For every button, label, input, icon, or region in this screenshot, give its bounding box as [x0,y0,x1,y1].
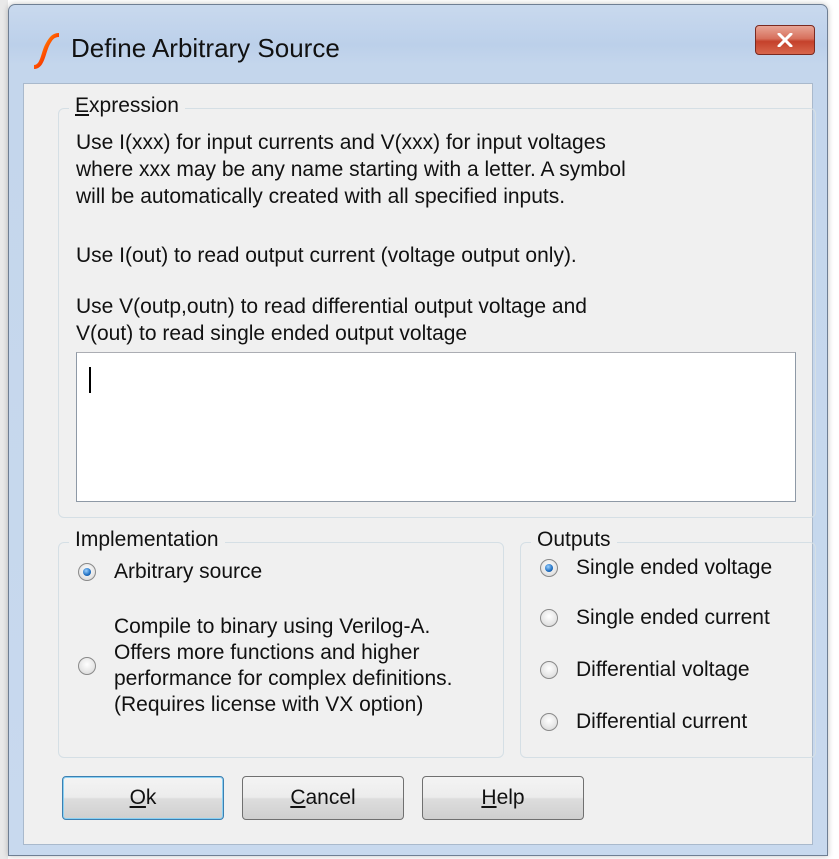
radio-label: Arbitrary source [114,560,263,583]
radio-single-ended-voltage[interactable]: Single ended voltage [540,556,772,580]
radio-button[interactable] [540,713,558,731]
compile-option-line-1: Compile to binary using Verilog-A. [114,615,431,638]
cancel-button[interactable]: Cancel [242,776,404,820]
radio-arbitrary-source[interactable]: Arbitrary source [78,560,262,584]
radio-label: Differential voltage [576,658,750,681]
close-button[interactable] [755,25,815,55]
radio-button[interactable] [540,661,558,679]
compile-option-text: Compile to binary using Verilog-A. Offer… [114,614,453,718]
expression-instructions-line-2: where xxx may be any name starting with … [76,158,626,181]
expression-input[interactable] [76,352,796,502]
radio-button[interactable] [540,559,558,577]
radio-label: Differential current [576,710,748,733]
radio-button[interactable] [78,563,96,581]
help-button[interactable]: Help [422,776,584,820]
app-logo-icon [34,33,59,69]
implementation-group-label: Implementation [69,528,225,552]
title-bar[interactable]: Define Arbitrary Source [9,5,827,83]
radio-compile-verilog-a[interactable]: Compile to binary using Verilog-A. Offer… [78,614,453,718]
ok-button-label: Ok [129,786,157,809]
dialog-window: Define Arbitrary Source Expression Use I… [8,4,828,856]
compile-option-line-4: (Requires license with VX option) [114,693,424,716]
expression-instructions-line-1: Use I(xxx) for input currents and V(xxx)… [76,131,606,154]
cancel-button-label: Cancel [290,786,356,809]
outputs-group-label: Outputs [531,528,617,552]
expression-group-label: Expression [69,94,185,118]
ok-button[interactable]: Ok [62,776,224,820]
radio-differential-voltage[interactable]: Differential voltage [540,658,750,682]
radio-button[interactable] [78,657,96,675]
radio-label: Single ended voltage [576,556,773,579]
radio-button[interactable] [540,609,558,627]
compile-option-line-3: performance for complex definitions. [114,667,453,690]
background-edge [0,0,8,859]
text-caret [89,367,91,393]
radio-differential-current[interactable]: Differential current [540,710,747,734]
differential-instructions-line-1: Use V(outp,outn) to read differential ou… [76,295,587,318]
close-icon [777,33,793,47]
compile-option-line-2: Offers more functions and higher [114,641,420,664]
radio-single-ended-current[interactable]: Single ended current [540,606,770,630]
differential-instructions-line-2: V(out) to read single ended output volta… [76,322,468,345]
output-current-instructions: Use I(out) to read output current (volta… [76,244,577,267]
dialog-client-area: Expression Use I(xxx) for input currents… [23,83,816,845]
window-title: Define Arbitrary Source [71,33,340,63]
expression-instructions-line-3: will be automatically created with all s… [76,185,566,208]
help-button-label: Help [481,786,525,809]
radio-label: Single ended current [576,606,770,629]
